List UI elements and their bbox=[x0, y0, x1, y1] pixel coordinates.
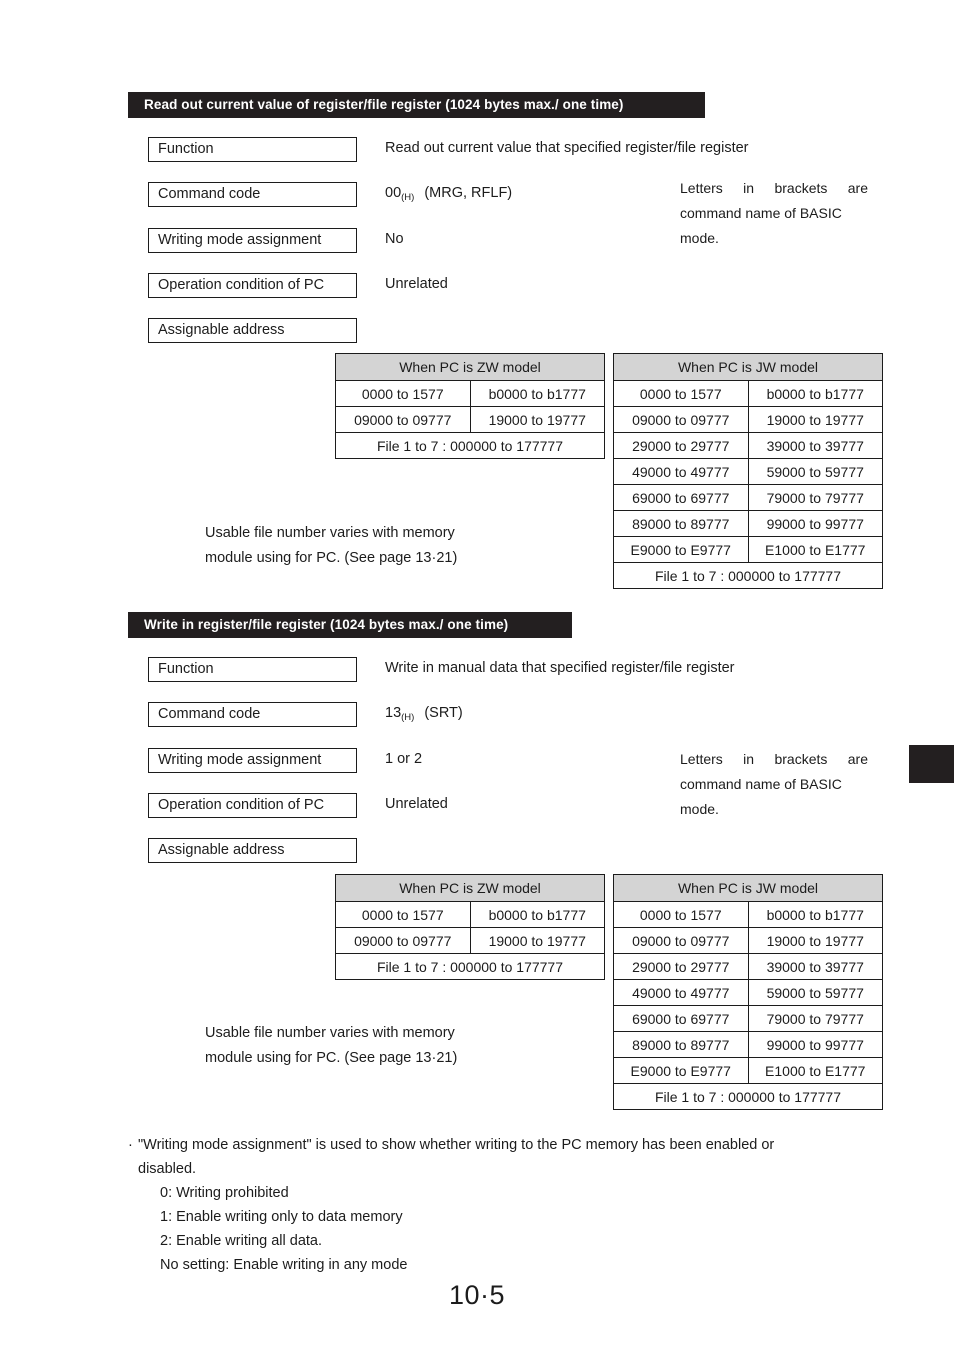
label-box-function-write: Function bbox=[148, 657, 357, 682]
footnote-item-2: 2: Enable writing all data. bbox=[160, 1233, 323, 1249]
document-page: Read out current value of register/file … bbox=[0, 0, 954, 1351]
table-row: 29000 to 29777 39000 to 39777 bbox=[613, 432, 883, 459]
section-header-write: Write in register/file register (1024 by… bbox=[128, 612, 572, 638]
label-box-operation-condition-write: Operation condition of PC bbox=[148, 793, 357, 818]
table-row: 09000 to 09777 19000 to 19777 bbox=[613, 406, 883, 433]
command-code-subscript-read: (H) bbox=[401, 192, 415, 203]
page-number: 10·5 bbox=[448, 1280, 506, 1310]
address-table-zw-read: When PC is ZW model 0000 to 1577 b0000 t… bbox=[335, 353, 605, 459]
table-row: When PC is ZW model bbox=[335, 353, 605, 381]
table-row: When PC is JW model bbox=[613, 874, 883, 902]
table-footer-zw-write: File 1 to 7 : 000000 to 177777 bbox=[335, 953, 605, 980]
table-row: File 1 to 7 : 000000 to 177777 bbox=[613, 562, 883, 589]
table-row: 69000 to 69777 79000 to 79777 bbox=[613, 1005, 883, 1032]
table-row: 0000 to 1577 b0000 to b1777 bbox=[335, 901, 605, 928]
table-row: 09000 to 09777 19000 to 19777 bbox=[613, 927, 883, 954]
label-box-writing-mode-write: Writing mode assignment bbox=[148, 748, 357, 773]
label-box-assignable-address-read: Assignable address bbox=[148, 318, 357, 343]
table-row: 09000 to 09777 19000 to 19777 bbox=[335, 927, 605, 954]
section-header-read: Read out current value of register/file … bbox=[128, 92, 705, 118]
command-code-basic-read: (MRG, RFLF) bbox=[424, 185, 513, 201]
table-row: 49000 to 49777 59000 to 59777 bbox=[613, 458, 883, 485]
footnote-lead: "Writing mode assignment" is used to sho… bbox=[128, 1133, 888, 1157]
address-table-jw-read: When PC is JW model 0000 to 1577 b0000 t… bbox=[613, 353, 883, 589]
value-command-code-read: 00(H) (MRG, RFLF) bbox=[385, 185, 513, 203]
label-box-function-read: Function bbox=[148, 137, 357, 162]
table-footer-jw-write: File 1 to 7 : 000000 to 177777 bbox=[613, 1083, 883, 1110]
footnote-lead-cont: disabled. bbox=[138, 1161, 197, 1177]
table-header-zw-write: When PC is ZW model bbox=[335, 874, 605, 902]
table-footer-jw-read: File 1 to 7 : 000000 to 177777 bbox=[613, 562, 883, 589]
label-box-command-code-read: Command code bbox=[148, 182, 357, 207]
table-header-zw-read: When PC is ZW model bbox=[335, 353, 605, 381]
table-row: File 1 to 7 : 000000 to 177777 bbox=[335, 432, 605, 459]
table-row: 0000 to 1577 b0000 to b1777 bbox=[335, 380, 605, 407]
label-box-writing-mode-read: Writing mode assignment bbox=[148, 228, 357, 253]
table-row: E9000 to E9777 E1000 to E1777 bbox=[613, 1057, 883, 1084]
table-row: E9000 to E9777 E1000 to E1777 bbox=[613, 536, 883, 563]
address-table-jw-write: When PC is JW model 0000 to 1577 b0000 t… bbox=[613, 874, 883, 1110]
table-header-jw-read: When PC is JW model bbox=[613, 353, 883, 381]
value-function-write: Write in manual data that specified regi… bbox=[385, 660, 735, 676]
value-operation-condition-write: Unrelated bbox=[385, 796, 448, 812]
table-footer-zw-read: File 1 to 7 : 000000 to 177777 bbox=[335, 432, 605, 459]
command-code-basic-write: (SRT) bbox=[424, 705, 463, 721]
footnote-item-3: No setting: Enable writing in any mode bbox=[160, 1257, 408, 1273]
table-row: 29000 to 29777 39000 to 39777 bbox=[613, 953, 883, 980]
address-table-zw-write: When PC is ZW model 0000 to 1577 b0000 t… bbox=[335, 874, 605, 980]
table-row: 0000 to 1577 b0000 to b1777 bbox=[613, 380, 883, 407]
command-code-hex-write: 13 bbox=[385, 705, 402, 721]
label-box-operation-condition-read: Operation condition of PC bbox=[148, 273, 357, 298]
table-row: 89000 to 89777 99000 to 99777 bbox=[613, 510, 883, 537]
table-row: 49000 to 49777 59000 to 59777 bbox=[613, 979, 883, 1006]
value-writing-mode-write: 1 or 2 bbox=[385, 751, 423, 767]
value-function-read: Read out current value that specified re… bbox=[385, 140, 749, 156]
table-row: 69000 to 69777 79000 to 79777 bbox=[613, 484, 883, 511]
file-note-write: Usable file number varies with memory mo… bbox=[205, 1025, 458, 1066]
command-code-subscript-write: (H) bbox=[401, 712, 415, 723]
table-row: 89000 to 89777 99000 to 99777 bbox=[613, 1031, 883, 1058]
table-row: 0000 to 1577 b0000 to b1777 bbox=[613, 901, 883, 928]
table-header-jw-write: When PC is JW model bbox=[613, 874, 883, 902]
chapter-edge-tab bbox=[909, 745, 954, 783]
label-box-assignable-address-write: Assignable address bbox=[148, 838, 357, 863]
table-row: 09000 to 09777 19000 to 19777 bbox=[335, 406, 605, 433]
side-note-brackets-write: Letters in brackets are command name of … bbox=[680, 751, 868, 817]
value-command-code-write: 13(H) (SRT) bbox=[385, 705, 463, 723]
table-row: File 1 to 7 : 000000 to 177777 bbox=[613, 1083, 883, 1110]
footnote-item-1: 1: Enable writing only to data memory bbox=[160, 1209, 403, 1225]
label-box-command-code-write: Command code bbox=[148, 702, 357, 727]
side-note-brackets-read: Letters in brackets are command name of … bbox=[680, 180, 868, 246]
table-row: When PC is ZW model bbox=[335, 874, 605, 902]
table-row: When PC is JW model bbox=[613, 353, 883, 381]
footnote-item-0: 0: Writing prohibited bbox=[160, 1185, 289, 1201]
footnote-block: "Writing mode assignment" is used to sho… bbox=[128, 1133, 888, 1277]
value-operation-condition-read: Unrelated bbox=[385, 276, 448, 292]
command-code-hex-read: 00 bbox=[385, 185, 402, 201]
table-row: File 1 to 7 : 000000 to 177777 bbox=[335, 953, 605, 980]
file-note-read: Usable file number varies with memory mo… bbox=[205, 525, 458, 566]
value-writing-mode-read: No bbox=[385, 231, 404, 247]
